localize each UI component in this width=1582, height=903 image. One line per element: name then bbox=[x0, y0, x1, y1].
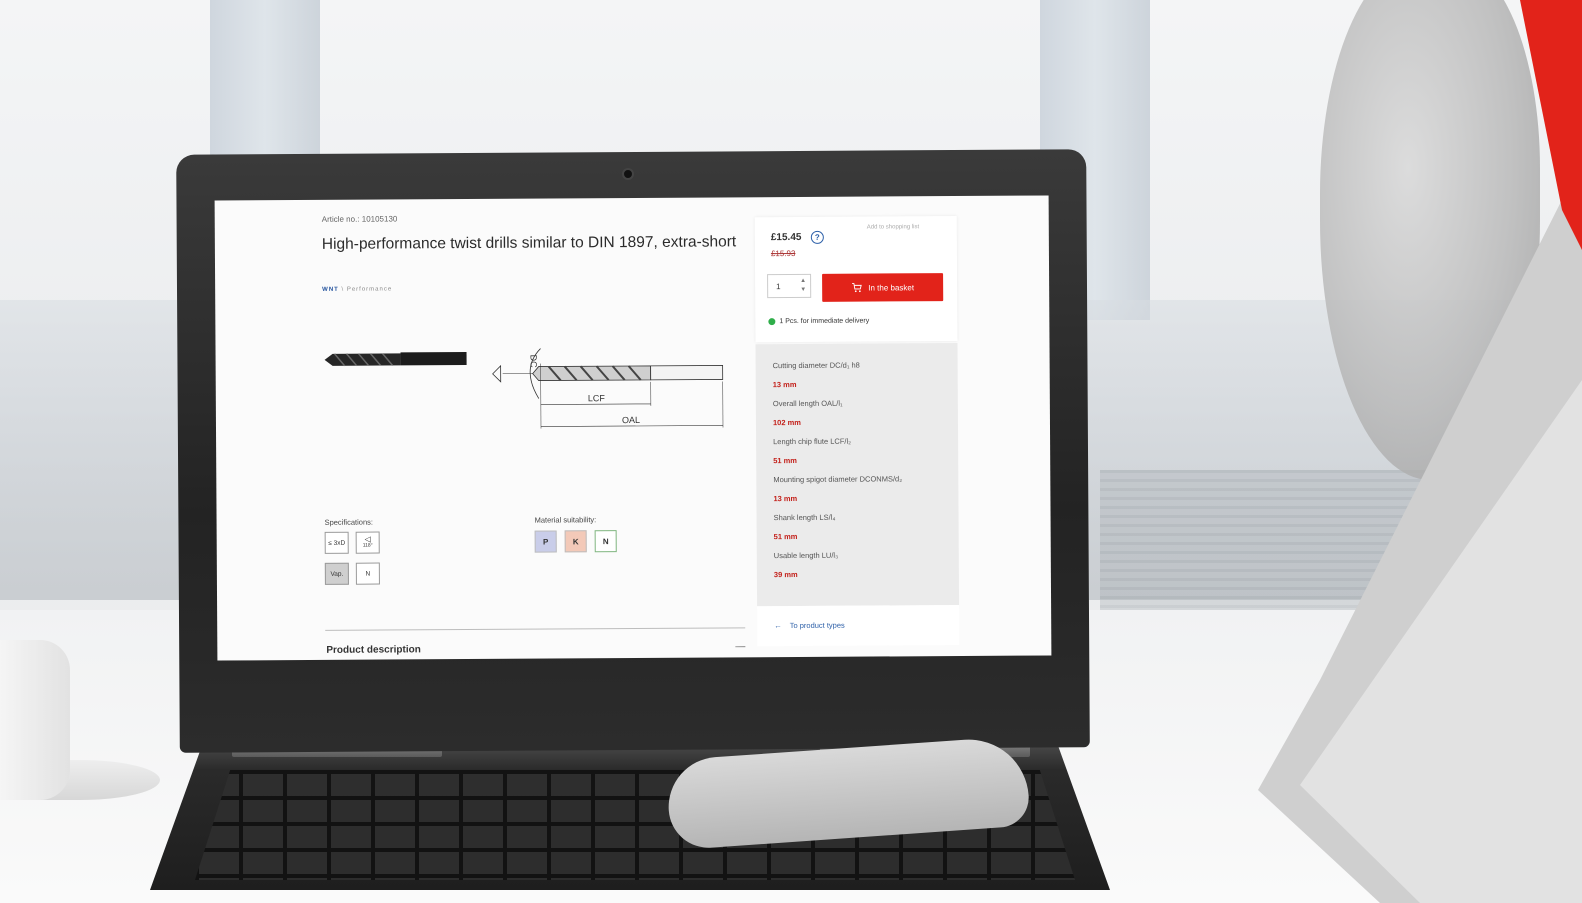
stepper-arrows-icon[interactable]: ▲ ▼ bbox=[800, 277, 806, 295]
availability-text: 1 Pcs. for immediate delivery bbox=[779, 317, 870, 326]
brand-line-suffix: \ Performance bbox=[341, 286, 393, 293]
old-price: £15.93 bbox=[770, 249, 796, 259]
spec-value: 51 mm bbox=[773, 455, 797, 466]
brand-logo[interactable]: WNT bbox=[322, 287, 339, 293]
webcam bbox=[622, 168, 634, 180]
back-to-product-types-link[interactable]: ← To product types bbox=[774, 621, 845, 630]
spec-value: 39 mm bbox=[773, 569, 798, 580]
back-link-label: To product types bbox=[789, 620, 845, 631]
diagram-oal-label: OAL bbox=[622, 415, 640, 425]
arrow-left-icon: ← bbox=[774, 621, 782, 631]
red-shape bbox=[1520, 0, 1582, 250]
chevron-down-icon[interactable]: — bbox=[735, 641, 745, 652]
spec-value: 13 mm bbox=[773, 493, 798, 504]
specs-panel: Cutting diameter DC/d₁ h8 13 mm Overall … bbox=[755, 343, 960, 607]
product-description-toggle[interactable]: Product description bbox=[326, 644, 421, 656]
drill-image bbox=[324, 352, 467, 367]
quantity-value[interactable]: 1 bbox=[776, 282, 781, 291]
spec-angle-icon: ◁ 118° bbox=[355, 531, 380, 554]
spec-label: Usable length LU/l₃ bbox=[773, 550, 839, 561]
spec-label: Shank length LS/l₄ bbox=[773, 512, 836, 523]
article-number: Article no.: 10105130 bbox=[321, 214, 398, 224]
quantity-stepper[interactable]: 1 ▲ ▼ bbox=[767, 273, 812, 299]
spec-label: Length chip flute LCF/l₂ bbox=[773, 436, 852, 447]
spec-value: 102 mm bbox=[772, 417, 801, 428]
divider bbox=[325, 627, 746, 631]
spec-label: Mounting spigot diameter DCONMS/d₂ bbox=[773, 474, 903, 485]
page-title: High-performance twist drills similar to… bbox=[321, 233, 737, 253]
drill-diagram: DC LCF OAL bbox=[492, 348, 724, 429]
diagram-dc-label: DC bbox=[529, 355, 539, 369]
add-to-basket-button[interactable]: In the basket bbox=[822, 273, 944, 302]
shopping-list-link[interactable]: Add to shopping list bbox=[867, 224, 919, 230]
material-k-badge: K bbox=[564, 530, 587, 553]
spec-depth-icon: ≤ 3xD bbox=[324, 531, 349, 554]
help-icon[interactable]: ? bbox=[810, 230, 824, 244]
basket-button-label: In the basket bbox=[868, 282, 915, 293]
back-panel: ← To product types bbox=[757, 605, 960, 647]
cart-icon bbox=[852, 283, 862, 293]
spec-angle-label: 118° bbox=[362, 542, 373, 549]
spec-label: Cutting diameter DC/d₁ h8 bbox=[772, 360, 860, 371]
material-p-badge: P bbox=[534, 530, 557, 553]
diagram-lcf-label: LCF bbox=[588, 393, 606, 403]
spec-type-icon: N bbox=[355, 562, 380, 585]
material-heading: Material suitability: bbox=[534, 515, 597, 525]
spec-value: 51 mm bbox=[773, 531, 798, 542]
spec-coating-icon: Vap. bbox=[324, 562, 349, 585]
specifications-heading: Specifications: bbox=[324, 517, 373, 527]
brand-line: WNT \ Performance bbox=[322, 286, 392, 292]
current-price: £15.45 bbox=[770, 231, 802, 244]
availability-status: 1 Pcs. for immediate delivery bbox=[768, 318, 869, 326]
material-n-badge: N bbox=[594, 530, 617, 553]
price-panel: £15.45 ? Add to shopping list £15.93 1 ▲… bbox=[754, 216, 958, 343]
spec-label: Overall length OAL/l₁ bbox=[772, 398, 843, 409]
status-dot-icon bbox=[768, 318, 776, 326]
laptop-screen: Article no.: 10105130 High-performance t… bbox=[214, 195, 1052, 661]
spec-value: 13 mm bbox=[772, 380, 797, 390]
